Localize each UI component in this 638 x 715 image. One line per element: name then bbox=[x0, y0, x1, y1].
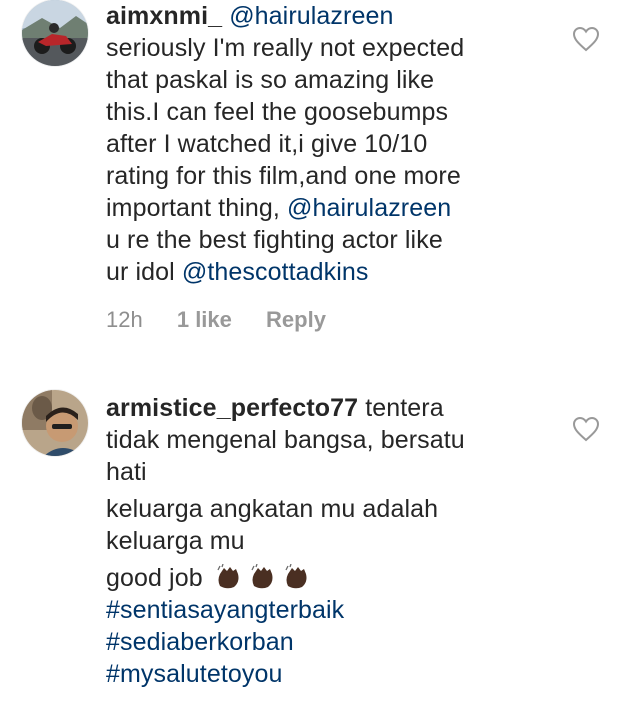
comment-line: hati bbox=[106, 458, 147, 486]
heart-icon[interactable] bbox=[572, 416, 600, 442]
comment-text: armistice_perfecto77 tentera tidak menge… bbox=[106, 392, 546, 488]
comment-line: keluarga mu bbox=[106, 527, 245, 555]
likes-count-button[interactable]: 1 like bbox=[177, 305, 232, 335]
comment-body: armistice_perfecto77 tentera tidak menge… bbox=[106, 392, 546, 690]
hashtag-link[interactable]: #mysalutetoyou bbox=[106, 660, 283, 688]
comment-line: tidak mengenal bangsa, bersatu bbox=[106, 426, 465, 454]
clapping-hands-icon bbox=[285, 564, 307, 589]
comment-meta: 12h 1 like Reply bbox=[106, 305, 354, 335]
mention-link[interactable]: @hairulazreen bbox=[229, 2, 393, 30]
comment-line: rating for this film,and one more bbox=[106, 162, 461, 190]
profile-photo-motorcycle-icon bbox=[22, 0, 88, 66]
comment-line: important thing, bbox=[106, 194, 280, 222]
comment-line: keluarga angkatan mu adalah bbox=[106, 495, 439, 523]
comment-text: aimxnmi_ @hairulazreen seriously I'm rea… bbox=[106, 0, 546, 288]
comment-line: u re the best fighting actor like bbox=[106, 226, 443, 254]
comment-paragraph: keluarga angkatan mu adalah keluarga mu bbox=[106, 493, 546, 557]
profile-photo-selfie-icon bbox=[22, 390, 88, 456]
comment-username[interactable]: armistice_perfecto77 bbox=[106, 394, 358, 422]
heart-icon[interactable] bbox=[572, 26, 600, 52]
reply-button[interactable]: Reply bbox=[266, 305, 326, 335]
clapping-hands-icon bbox=[217, 564, 239, 589]
comment-paragraph: good job #sentiasayangterbaik #sediaberk… bbox=[106, 562, 546, 690]
comment-line: that paskal is so amazing like bbox=[106, 66, 435, 94]
hashtag-link[interactable]: #sediaberkorban bbox=[106, 628, 294, 656]
comment-line: this.I can feel the goosebumps bbox=[106, 98, 449, 126]
comment-line: tentera bbox=[365, 394, 444, 422]
clapping-hands-icon bbox=[251, 564, 273, 589]
comment-timestamp: 12h bbox=[106, 307, 143, 332]
mention-link[interactable]: @hairulazreen bbox=[287, 194, 451, 222]
comment-line: seriously I'm really not expected bbox=[106, 34, 465, 62]
avatar[interactable] bbox=[22, 0, 88, 66]
comment-line: after I watched it,i give 10/10 bbox=[106, 130, 428, 158]
comment-body: aimxnmi_ @hairulazreen seriously I'm rea… bbox=[106, 0, 546, 288]
hashtag-link[interactable]: #sentiasayangterbaik bbox=[106, 596, 344, 624]
mention-link[interactable]: @thescottadkins bbox=[182, 258, 369, 286]
comment-line: ur idol bbox=[106, 258, 175, 286]
comment-username[interactable]: aimxnmi_ bbox=[106, 2, 222, 30]
avatar[interactable] bbox=[22, 390, 88, 456]
comment-line: good job bbox=[106, 564, 203, 592]
